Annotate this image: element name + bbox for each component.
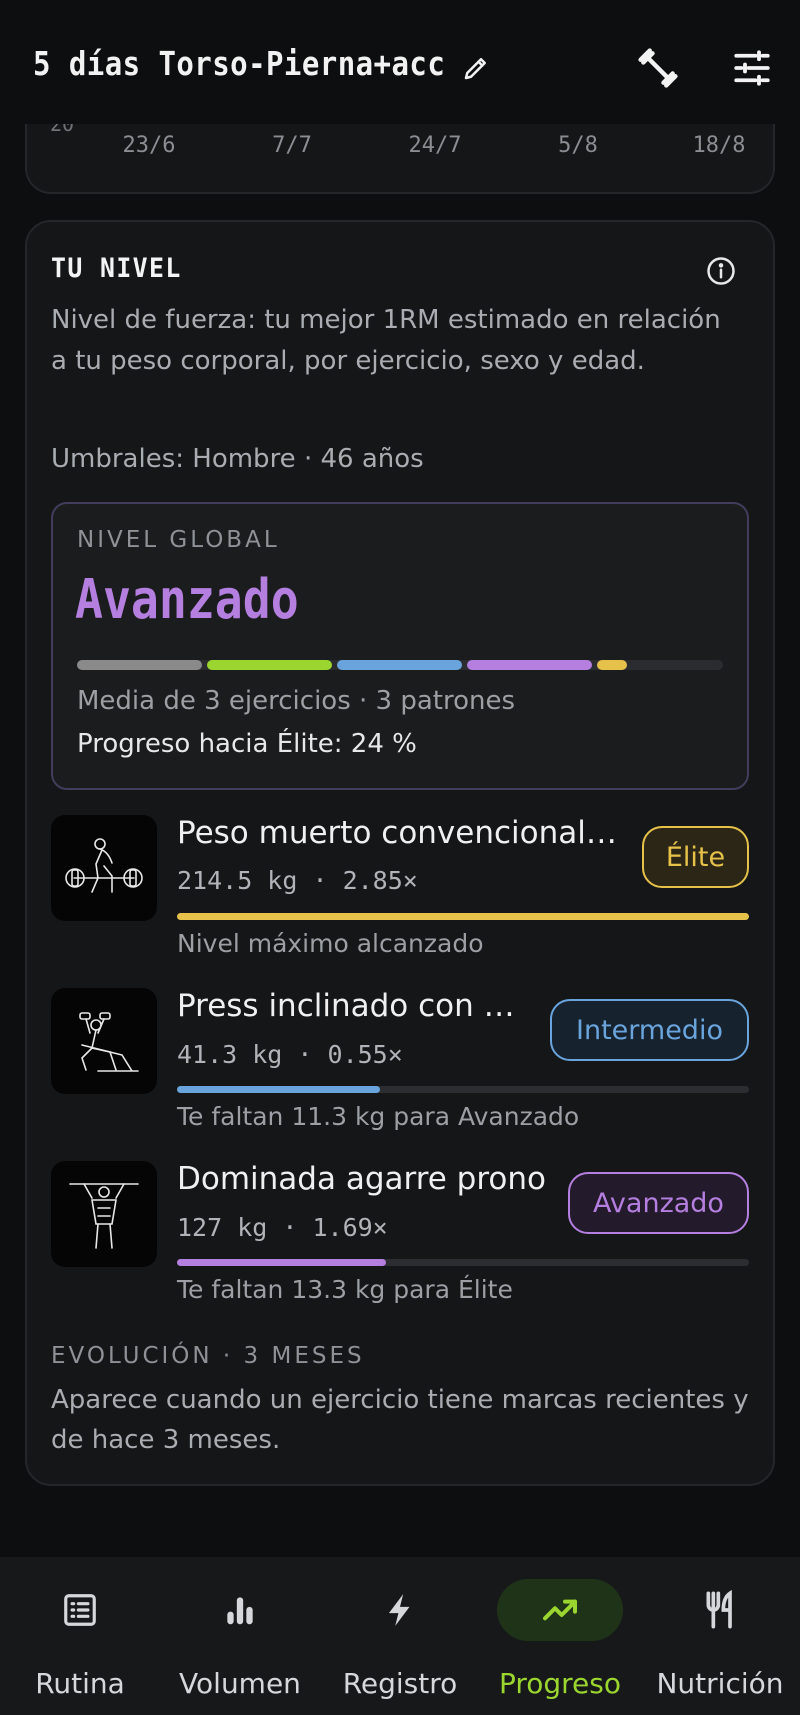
global-level-progress-bar [77,660,723,670]
pullup-icon[interactable] [51,1161,157,1267]
trending-up-icon [537,1587,583,1633]
exercise-name[interactable]: Dominada agarre prono [177,1161,557,1197]
sliders-icon[interactable] [724,40,780,96]
evolution-description: Aparece cuando un ejercicio tiene marcas… [51,1385,749,1455]
nav-item-nutricion[interactable]: Nutrición [640,1557,800,1715]
nav-label: Rutina [35,1667,125,1700]
exercise-progress-fill [177,913,749,920]
global-level-value: Avanzado [75,568,299,631]
exercise-note: Te faltan 11.3 kg para Avanzado [177,1102,580,1131]
chart-x-tick: 5/8 [558,133,598,158]
exercise-note: Te faltan 13.3 kg para Élite [177,1275,513,1304]
exercise-note: Nivel máximo alcanzado [177,929,484,958]
nav-label: Registro [342,1667,458,1700]
exercise-stats: 214.5 kg · 2.85× [177,866,418,895]
nav-item-progreso[interactable]: Progreso [480,1557,640,1715]
global-level-meta: Media de 3 ejercicios · 3 patrones [77,686,516,716]
nav-label: Nutrición [656,1667,784,1700]
global-level-label: NIVEL GLOBAL [77,527,280,553]
exercise-progress-bar [177,1086,749,1093]
level-section-title: TU NIVEL [51,253,182,284]
dumbbell-icon[interactable] [630,40,686,96]
level-segment [597,660,627,670]
pencil-icon[interactable] [448,40,504,96]
thresholds-text: Umbrales: Hombre · 46 años [51,444,424,474]
deadlift-icon[interactable] [51,815,157,921]
chart-x-tick: 18/8 [692,133,746,158]
level-segment [77,660,202,670]
info-icon[interactable] [702,252,740,290]
utensils-icon [697,1587,743,1633]
nav-item-registro[interactable]: Registro [320,1557,480,1715]
level-segment [467,660,592,670]
exercise-progress-bar [177,1259,749,1266]
exercise-stats: 127 kg · 1.69× [177,1213,388,1242]
exercise-stats: 41.3 kg · 0.55× [177,1040,403,1069]
bar-chart-icon [217,1587,263,1633]
incline-press-icon[interactable] [51,988,157,1094]
list-icon [57,1587,103,1633]
bottom-nav: Rutina Volumen Registro Progreso Nutrici… [0,1557,800,1715]
global-level-progress-text: Progreso hacia Élite: 24 % [77,729,417,759]
nav-item-rutina[interactable]: Rutina [0,1557,160,1715]
level-description: Nivel de fuerza: tu mejor 1RM estimado e… [51,305,721,376]
exercise-name[interactable]: Press inclinado con m... [177,988,527,1024]
routine-title[interactable]: 5 días Torso-Pierna+acc [33,44,445,83]
exercise-progress-bar [177,913,749,920]
nav-item-volumen[interactable]: Volumen [160,1557,320,1715]
exercise-progress-fill [177,1259,386,1266]
chart-x-tick: 23/6 [122,133,176,158]
exercise-name[interactable]: Peso muerto convencional c... [177,815,617,851]
exercise-progress-fill [177,1086,381,1093]
level-badge: Intermedio [550,999,749,1061]
chart-x-axis: 23/6 7/7 24/7 5/8 18/8 [0,133,800,163]
level-segment [207,660,332,670]
nav-label: Progreso [498,1667,622,1700]
nav-label: Volumen [179,1667,301,1700]
app-header: 5 días Torso-Pierna+acc [0,0,800,124]
level-segment [337,660,462,670]
evolution-label: EVOLUCIÓN · 3 MESES [51,1343,365,1369]
level-badge: Élite [642,826,749,888]
level-badge: Avanzado [568,1172,749,1234]
chart-x-tick: 24/7 [408,133,462,158]
chart-x-tick: 7/7 [272,133,312,158]
bolt-icon [377,1587,423,1633]
